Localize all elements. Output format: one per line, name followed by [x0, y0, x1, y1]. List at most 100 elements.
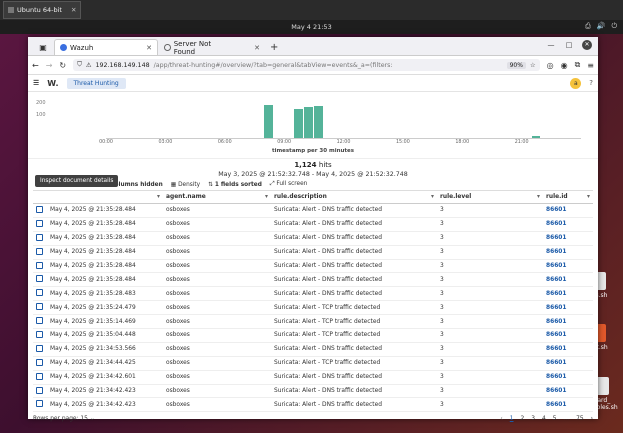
- table-row[interactable]: May 4, 2025 @ 21:35:28.484 osboxes Suricat…: [33, 272, 593, 288]
- sort-icon[interactable]: ▾: [431, 194, 434, 200]
- vm-tab[interactable]: Ubuntu 64-bit ✕: [3, 1, 82, 19]
- sort-icon[interactable]: ▾: [157, 194, 160, 200]
- page-2[interactable]: 2: [521, 416, 525, 422]
- rule-id-cell[interactable]: 86601: [543, 245, 593, 260]
- new-tab-button[interactable]: +: [266, 40, 282, 55]
- rule-id-cell[interactable]: 86601: [543, 203, 593, 218]
- tab-wazuh[interactable]: Wazuh ✕: [54, 39, 158, 55]
- rule-id-cell[interactable]: 86601: [543, 286, 593, 302]
- table-row[interactable]: May 4, 2025 @ 21:35:28.484 osboxes Suricat…: [33, 231, 593, 246]
- table-row[interactable]: May 4, 2025 @ 21:35:28.484 osboxes Suricat…: [33, 245, 593, 260]
- rule-id-cell[interactable]: 86601: [543, 370, 593, 385]
- full-screen-button[interactable]: ⤢ Full screen: [270, 181, 308, 188]
- inspect-document-icon[interactable]: [36, 372, 43, 380]
- tab-close-icon[interactable]: ✕: [234, 44, 260, 52]
- zoom-level[interactable]: 90%: [506, 61, 526, 69]
- inspect-document-icon[interactable]: [36, 289, 43, 297]
- table-row[interactable]: May 4, 2025 @ 21:35:14.469 osboxes Suricat…: [33, 314, 593, 330]
- density-button[interactable]: ▦ Density: [171, 182, 200, 188]
- rows-per-page-select[interactable]: Rows per page: 15 ⌄: [33, 416, 95, 422]
- header-rule-description[interactable]: rule.description ▾: [271, 190, 437, 204]
- table-row[interactable]: May 4, 2025 @ 21:35:04.448 osboxes Suricat…: [33, 328, 593, 343]
- app-menu-icon[interactable]: ☰: [33, 79, 39, 87]
- page-4[interactable]: 4: [542, 416, 546, 422]
- inspect-document-icon[interactable]: [36, 233, 43, 241]
- sort-icon[interactable]: ▾: [265, 194, 268, 200]
- rule-id-cell[interactable]: 86601: [543, 259, 593, 274]
- table-row[interactable]: May 4, 2025 @ 21:35:28.483 osboxes Suricat…: [33, 286, 593, 302]
- table-row[interactable]: May 4, 2025 @ 21:34:42.423 osboxes Suricat…: [33, 384, 593, 399]
- inspect-document-icon[interactable]: [36, 303, 43, 311]
- rule-id-cell[interactable]: 86601: [543, 300, 593, 316]
- inspect-document-icon[interactable]: [36, 344, 43, 352]
- timestamp-header[interactable]: ▾: [47, 190, 163, 204]
- inspect-document-icon[interactable]: [36, 317, 43, 325]
- next-page-button[interactable]: ›: [591, 416, 593, 422]
- histogram-bar[interactable]: [294, 108, 303, 138]
- wazuh-logo[interactable]: W.: [47, 79, 58, 88]
- page-1[interactable]: 1: [510, 416, 514, 422]
- url-bar[interactable]: ⛉ ⚠ 192.168.149.148/app/threat-hunting#/…: [73, 59, 540, 71]
- inspect-document-icon[interactable]: [36, 400, 43, 408]
- histogram-bar[interactable]: [303, 106, 313, 138]
- table-row[interactable]: May 4, 2025 @ 21:34:42.423 osboxes Suricat…: [33, 397, 593, 413]
- inspect-document-icon[interactable]: [36, 247, 43, 255]
- bookmark-star-icon[interactable]: ☆: [530, 62, 536, 69]
- table-row[interactable]: May 4, 2025 @ 21:35:28.484 osboxes Suricat…: [33, 259, 593, 274]
- inspect-document-icon[interactable]: [36, 205, 43, 213]
- help-icon[interactable]: ?: [589, 79, 593, 87]
- prev-page-button[interactable]: ‹: [500, 416, 502, 422]
- tab-overview-icon[interactable]: ▣: [32, 39, 54, 55]
- avatar[interactable]: a: [570, 77, 582, 89]
- header-agent-name[interactable]: agent.name ▾: [163, 190, 271, 204]
- inspect-document-icon[interactable]: [36, 358, 43, 366]
- pocket-icon[interactable]: ◎: [547, 61, 554, 70]
- table-row[interactable]: May 4, 2025 @ 21:34:42.601 osboxes Suricat…: [33, 370, 593, 385]
- forward-icon[interactable]: →: [46, 61, 53, 70]
- inspect-document-icon[interactable]: [36, 219, 43, 227]
- rule-id-cell[interactable]: 86601: [543, 342, 593, 357]
- rule-id-cell[interactable]: 86601: [543, 314, 593, 330]
- rule-id-cell[interactable]: 86601: [543, 217, 593, 232]
- system-clock[interactable]: May 4 21:53: [291, 23, 331, 31]
- lock-icon[interactable]: ⚠: [86, 62, 92, 69]
- reload-icon[interactable]: ↻: [59, 61, 66, 70]
- sort-fields-button[interactable]: ⇅ 1 fields sorted: [208, 182, 262, 188]
- rule-id-cell[interactable]: 86601: [543, 356, 593, 371]
- rule-id-cell[interactable]: 86601: [543, 272, 593, 288]
- sort-icon[interactable]: ▾: [537, 194, 540, 200]
- maximize-button[interactable]: □: [564, 40, 574, 50]
- power-icon[interactable]: ⏻: [611, 22, 617, 31]
- rule-id-cell[interactable]: 86601: [543, 384, 593, 399]
- volume-icon[interactable]: 🔊: [597, 22, 606, 31]
- table-row[interactable]: May 4, 2025 @ 21:35:24.479 osboxes Suricat…: [33, 300, 593, 316]
- table-row[interactable]: May 4, 2025 @ 21:35:28.484 osboxes Suricat…: [33, 203, 593, 218]
- tab-server-not-found[interactable]: Server Not Found ✕: [159, 40, 265, 56]
- table-row[interactable]: May 4, 2025 @ 21:34:44.425 osboxes Suricat…: [33, 356, 593, 371]
- back-icon[interactable]: ←: [32, 61, 39, 70]
- table-row[interactable]: May 4, 2025 @ 21:34:53.566 osboxes Suricat…: [33, 342, 593, 357]
- histogram-bar[interactable]: [264, 105, 274, 138]
- system-tray[interactable]: ⎙ 🔊 ⏻: [585, 22, 617, 31]
- page-75[interactable]: 75: [576, 416, 584, 422]
- close-window-button[interactable]: ✕: [582, 40, 592, 50]
- inspect-document-icon[interactable]: [36, 386, 43, 394]
- rule-id-cell[interactable]: 86601: [543, 231, 593, 246]
- page-5[interactable]: 5: [553, 416, 557, 422]
- header-rule-id[interactable]: rule.id ▾: [543, 190, 593, 204]
- account-icon[interactable]: ◉: [561, 61, 568, 70]
- vm-tab-close-icon[interactable]: ✕: [71, 6, 76, 14]
- network-icon[interactable]: ⎙: [585, 22, 591, 31]
- rule-id-cell[interactable]: 86601: [543, 397, 593, 413]
- shield-icon[interactable]: ⛉: [77, 61, 82, 69]
- inspect-document-icon[interactable]: [36, 330, 43, 338]
- breadcrumb[interactable]: Threat Hunting: [66, 77, 126, 89]
- menu-icon[interactable]: ≡: [587, 61, 594, 70]
- tab-close-icon[interactable]: ✕: [126, 44, 152, 52]
- inspect-document-icon[interactable]: [36, 275, 43, 283]
- inspect-document-icon[interactable]: [36, 261, 43, 269]
- sort-icon[interactable]: ▾: [587, 194, 590, 200]
- histogram-bar[interactable]: [313, 106, 323, 138]
- extensions-icon[interactable]: ⧉: [575, 60, 581, 70]
- rule-id-cell[interactable]: 86601: [543, 328, 593, 343]
